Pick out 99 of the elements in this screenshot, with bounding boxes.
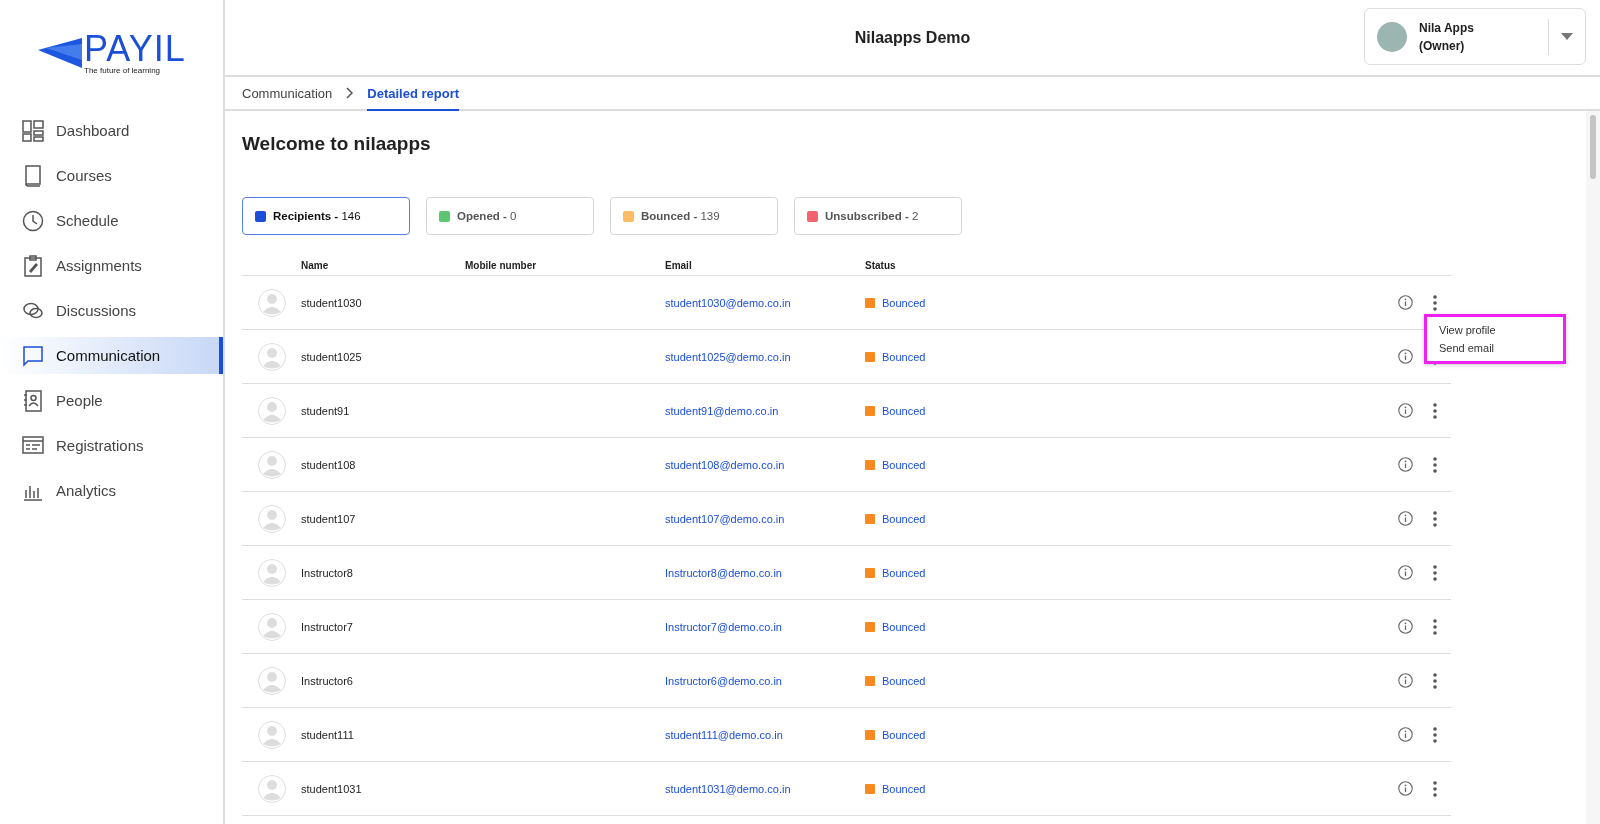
name-cell-text: student111 <box>301 728 355 741</box>
status-square-icon <box>865 567 875 578</box>
user-silhouette-icon <box>257 288 286 317</box>
status-label: Bounced <box>882 404 926 417</box>
email-link[interactable]: student91@demo.co.in <box>665 404 865 417</box>
email-link[interactable]: student1030@demo.co.in <box>665 296 865 309</box>
status-square-icon <box>865 405 875 416</box>
user-avatar <box>1377 21 1407 52</box>
page-title: Welcome to nilaapps <box>242 133 432 155</box>
info-icon[interactable] <box>1398 673 1413 688</box>
contact-book-icon <box>22 389 44 412</box>
filter-tab[interactable]: Bounced - 139 <box>610 197 778 235</box>
sidebar-item[interactable]: Analytics <box>0 472 223 509</box>
user-menu[interactable]: Nila Apps (Owner) <box>1364 8 1586 65</box>
breadcrumb-link[interactable]: Communication <box>242 77 333 109</box>
email-link[interactable]: Instructor6@demo.co.in <box>665 674 865 687</box>
status-label: Bounced <box>882 566 926 579</box>
email-link[interactable]: student107@demo.co.in <box>665 512 865 525</box>
filter-tab[interactable]: Unsubscribed - 2 <box>794 197 962 235</box>
email-link[interactable]: student1025@demo.co.in <box>665 350 865 363</box>
status-label: Bounced <box>882 512 926 525</box>
status-label: Bounced <box>882 782 926 795</box>
email-link[interactable]: Instructor8@demo.co.in <box>665 566 865 579</box>
message-icon <box>22 344 44 367</box>
breadcrumb-link[interactable]: Detailed report <box>367 77 460 111</box>
user-role: (Owner) <box>1419 38 1466 53</box>
sidebar-item[interactable]: Discussions <box>0 292 223 329</box>
name-cell-text: Instructor7 <box>301 620 354 633</box>
logo-mark-icon <box>36 36 84 68</box>
name-cell-text: student108 <box>301 458 357 471</box>
status-square-icon <box>865 459 875 470</box>
info-icon[interactable] <box>1398 565 1413 580</box>
info-icon[interactable] <box>1398 781 1413 796</box>
info-icon[interactable] <box>1398 403 1413 418</box>
email-link[interactable]: Instructor7@demo.co.in <box>665 620 865 633</box>
status-label: Bounced <box>882 620 926 633</box>
logo-wordmark: PAYIL <box>84 32 186 66</box>
user-silhouette-icon <box>257 396 286 425</box>
sidebar-item[interactable]: Schedule <box>0 202 223 239</box>
info-icon[interactable] <box>1398 511 1413 526</box>
user-silhouette-icon <box>257 558 286 587</box>
status-label: Bounced <box>882 728 926 741</box>
column-header: Email <box>665 259 693 271</box>
status-square-icon <box>865 783 875 794</box>
filter-tab[interactable]: Recipients - 146 <box>242 197 410 235</box>
name-cell-text: student91 <box>301 404 351 417</box>
logo-tagline: The future of learning <box>84 66 162 75</box>
email-link[interactable]: student1031@demo.co.in <box>665 782 865 795</box>
info-icon[interactable] <box>1398 295 1413 310</box>
sidebar-item[interactable]: Registrations <box>0 427 223 464</box>
status-square-icon <box>865 675 875 686</box>
user-silhouette-icon <box>257 720 286 749</box>
user-silhouette-icon <box>257 450 286 479</box>
email-link[interactable]: student111@demo.co.in <box>665 728 865 741</box>
status-square-icon <box>865 729 875 740</box>
user-silhouette-icon <box>257 612 286 641</box>
form-icon <box>22 434 44 457</box>
status-square-icon <box>865 621 875 632</box>
chevron-right-icon <box>346 87 354 99</box>
status-label: Bounced <box>882 458 926 471</box>
caret-icon <box>1561 33 1573 40</box>
status-square-icon <box>865 513 875 524</box>
name-cell-text: student1030 <box>301 296 363 309</box>
sidebar-item[interactable]: Dashboard <box>0 112 223 149</box>
user-silhouette-icon <box>257 504 286 533</box>
column-header: Name <box>301 259 330 271</box>
column-header: Status <box>865 259 897 271</box>
app-title: Nilaapps Demo <box>854 28 971 47</box>
name-cell-text: Instructor6 <box>301 674 354 687</box>
info-icon[interactable] <box>1398 349 1413 364</box>
status-label: Bounced <box>882 296 926 309</box>
menu-item[interactable]: Send email <box>1427 339 1563 357</box>
info-icon[interactable] <box>1398 457 1413 472</box>
user-silhouette-icon <box>257 666 286 695</box>
clipboard-icon <box>22 254 44 277</box>
column-header: Mobile number <box>465 259 538 271</box>
email-link[interactable]: student108@demo.co.in <box>665 458 865 471</box>
name-cell-text: student1025 <box>301 350 363 363</box>
info-icon[interactable] <box>1398 619 1413 634</box>
name-cell-text: student1031 <box>301 782 363 795</box>
info-icon[interactable] <box>1398 727 1413 742</box>
menu-item[interactable]: View profile <box>1427 321 1563 339</box>
sidebar-item[interactable]: Courses <box>0 157 223 194</box>
status-label: Bounced <box>882 674 926 687</box>
status-square-icon <box>865 351 875 362</box>
user-silhouette-icon <box>257 774 286 803</box>
user-silhouette-icon <box>257 342 286 371</box>
filter-tab[interactable]: Opened - 0 <box>426 197 594 235</box>
status-square-icon <box>865 297 875 308</box>
name-cell-text: Instructor8 <box>301 566 354 579</box>
book-icon <box>22 164 44 187</box>
sidebar-item[interactable]: Assignments <box>0 247 223 284</box>
grid-icon <box>22 119 44 142</box>
status-label: Bounced <box>882 350 926 363</box>
sidebar-item[interactable]: People <box>0 382 223 419</box>
name-cell-text: student107 <box>301 512 357 525</box>
user-name: Nila Apps <box>1419 20 1475 35</box>
scrollbar-thumb[interactable] <box>1590 115 1596 179</box>
clock-icon <box>22 209 44 232</box>
